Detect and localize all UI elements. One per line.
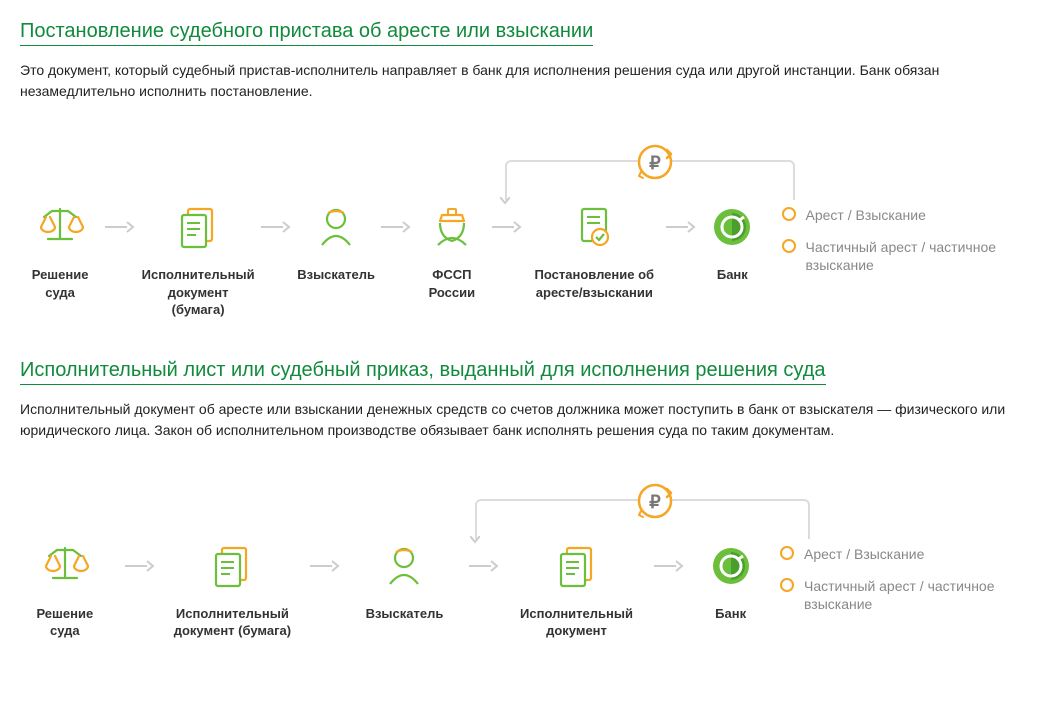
step-label: Постановление об аресте/взыскании (527, 266, 661, 301)
arrow-icon (639, 539, 699, 593)
step-label: Банк (717, 266, 748, 284)
step-label: Решение суда (20, 605, 110, 640)
step-resolution: Постановление об аресте/взыскании (527, 200, 661, 301)
step-bank: Банк (699, 539, 762, 623)
outcome-text: Частичный арест / частичное взыскание (804, 577, 1037, 613)
bank-icon (707, 539, 755, 593)
outcome-item: Частичный арест / частичное взыскание (780, 577, 1037, 613)
step-label: ФССП России (416, 266, 487, 301)
bullet-icon (780, 578, 794, 592)
step-claimant: Взыскатель (296, 200, 376, 284)
step-label: Исполнительный документ (бумага) (170, 605, 296, 640)
outcome-text: Арест / Взыскание (804, 545, 924, 563)
flow-diagram-2: Решение суда Исполнительный документ (бу… (20, 481, 1037, 640)
section-1: Постановление судебного пристава об арес… (20, 20, 1037, 319)
person-icon (380, 539, 428, 593)
section-title: Постановление судебного пристава об арес… (20, 20, 593, 46)
step-exec-doc: Исполнительный документ (514, 539, 640, 640)
step-label: Банк (715, 605, 746, 623)
loop-arrowhead-icon (470, 531, 480, 549)
outcome-item: Арест / Взыскание (780, 545, 1037, 563)
section-title: Исполнительный лист или судебный приказ,… (20, 359, 826, 385)
person-icon (312, 200, 360, 254)
step-fssp: ФССП России (416, 200, 487, 301)
arrow-icon (454, 539, 514, 593)
step-bank: Банк (701, 200, 763, 284)
step-label: Решение суда (20, 266, 100, 301)
officer-icon (428, 200, 476, 254)
ruble-badge-icon (635, 481, 675, 521)
arrow-icon (256, 200, 296, 254)
step-label: Исполнительный документ (514, 605, 640, 640)
step-exec-doc-paper: Исполнительный документ (бумага) (140, 200, 256, 319)
scales-icon (36, 200, 84, 254)
outcomes-list: Арест / Взыскание Частичный арест / част… (782, 200, 1037, 275)
documents-icon (208, 539, 256, 593)
outcome-text: Арест / Взыскание (806, 206, 926, 224)
step-claimant: Взыскатель (355, 539, 454, 623)
step-court-decision: Решение суда (20, 200, 100, 301)
section-desc: Исполнительный документ об аресте или вз… (20, 399, 1037, 441)
arrow-icon (295, 539, 355, 593)
outcome-item: Арест / Взыскание (782, 206, 1037, 224)
flow-diagram-1: Решение суда Исполнительный документ (бу… (20, 142, 1037, 319)
bullet-icon (782, 239, 796, 253)
arrow-icon (100, 200, 140, 254)
bank-icon (708, 200, 756, 254)
ruble-badge-icon (635, 142, 675, 182)
documents-icon (174, 200, 222, 254)
documents-icon (553, 539, 601, 593)
step-label: Исполнительный документ (бумага) (140, 266, 256, 319)
arrow-icon (661, 200, 701, 254)
loop-arrowhead-icon (500, 192, 510, 210)
step-label: Взыскатель (366, 605, 444, 623)
arrow-icon (376, 200, 416, 254)
bullet-icon (780, 546, 794, 560)
step-label: Взыскатель (297, 266, 375, 284)
section-desc: Это документ, который судебный пристав-и… (20, 60, 1037, 102)
bullet-icon (782, 207, 796, 221)
outcome-text: Частичный арест / частичное взыскание (806, 238, 1037, 274)
step-exec-doc-paper: Исполнительный документ (бумага) (170, 539, 296, 640)
outcomes-list: Арест / Взыскание Частичный арест / част… (780, 539, 1037, 614)
outcome-item: Частичный арест / частичное взыскание (782, 238, 1037, 274)
step-court-decision: Решение суда (20, 539, 110, 640)
scales-icon (41, 539, 89, 593)
doc-check-icon (570, 200, 618, 254)
section-2: Исполнительный лист или судебный приказ,… (20, 359, 1037, 640)
arrow-icon (110, 539, 170, 593)
